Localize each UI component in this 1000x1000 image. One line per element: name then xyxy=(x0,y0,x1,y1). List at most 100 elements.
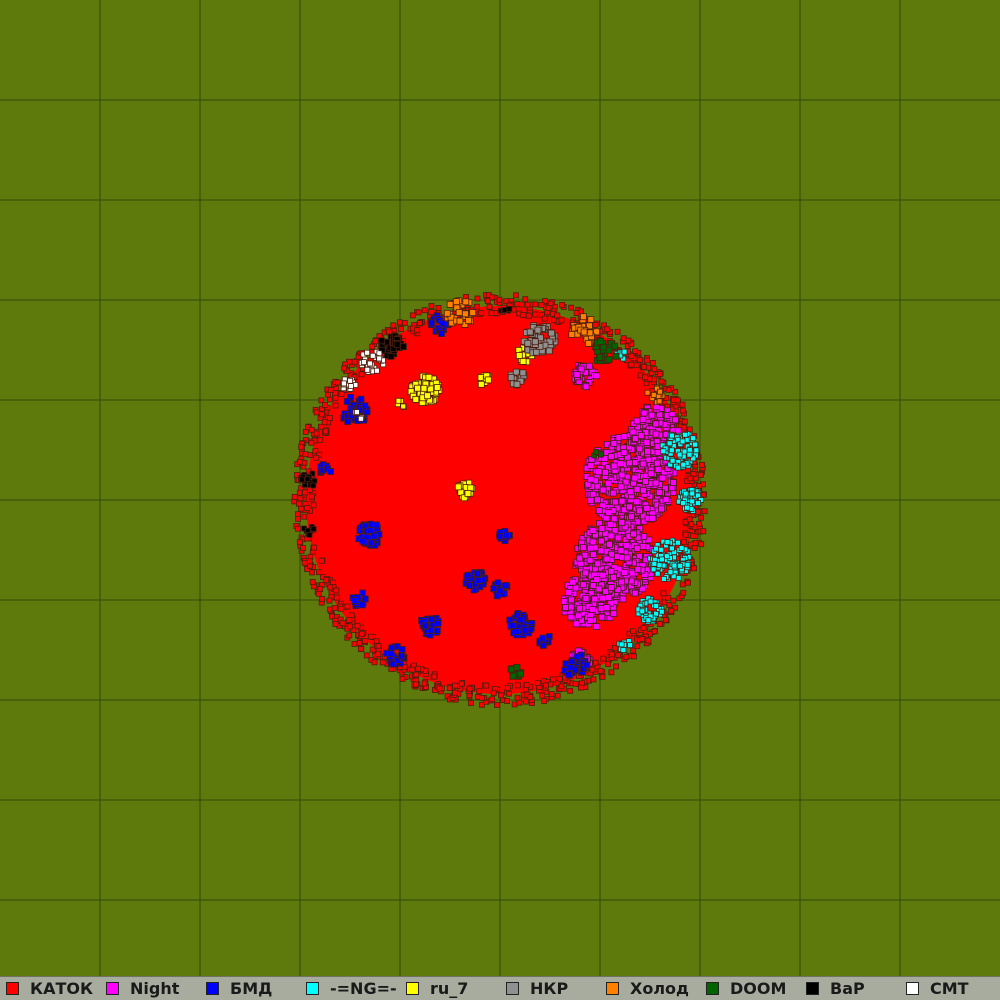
territory-cell-night xyxy=(589,551,597,558)
territory-cell xyxy=(390,322,397,329)
territory-cell-ru7 xyxy=(519,357,527,365)
territory-cell xyxy=(511,701,518,708)
territory-cell xyxy=(681,424,688,431)
territory-map[interactable] xyxy=(0,0,1000,976)
territory-cell-night xyxy=(607,453,615,460)
territory-cell-night xyxy=(658,474,666,482)
territory-cell xyxy=(435,304,442,311)
territory-cell-bmd xyxy=(565,671,572,679)
territory-cell-bmd xyxy=(370,532,378,540)
territory-cell-night xyxy=(618,578,626,586)
territory-cell-night xyxy=(579,581,587,589)
territory-cell-ng xyxy=(621,348,628,355)
territory-cell-bmd xyxy=(361,595,369,603)
territory-cell xyxy=(680,589,687,596)
territory-cell xyxy=(679,401,686,408)
territory-cell-bmd xyxy=(387,650,395,657)
territory-cell-night xyxy=(587,475,595,483)
legend-swatch xyxy=(406,982,419,995)
territory-cell xyxy=(657,621,663,627)
territory-cell xyxy=(458,680,465,687)
territory-cell xyxy=(332,402,339,409)
territory-cell xyxy=(615,652,622,658)
territory-cell xyxy=(609,651,615,658)
territory-cell xyxy=(657,370,664,377)
territory-cell xyxy=(548,691,555,697)
territory-cell-night xyxy=(618,497,626,505)
territory-cell-ng xyxy=(690,435,696,442)
territory-cell xyxy=(514,694,521,701)
territory-cell xyxy=(493,702,500,708)
territory-cell xyxy=(332,394,339,401)
territory-cell xyxy=(306,558,313,565)
territory-cell-var xyxy=(306,532,313,538)
territory-cell-nkr xyxy=(534,326,542,334)
territory-cell xyxy=(468,700,474,706)
territory-cell-bmd xyxy=(428,319,436,327)
territory-cell-ru7 xyxy=(400,403,407,410)
territory-cell xyxy=(327,387,334,393)
territory-cell-night xyxy=(605,509,613,517)
territory-cell xyxy=(326,597,333,604)
territory-cell-night xyxy=(577,365,585,373)
territory-cell-kholod xyxy=(650,391,657,398)
territory-cell-night xyxy=(630,530,637,538)
territory-cell xyxy=(318,557,325,564)
territory-cell xyxy=(313,409,320,416)
territory-cell-ng xyxy=(680,461,687,468)
territory-cell xyxy=(357,646,364,652)
territory-cell-ng xyxy=(645,617,652,624)
territory-cell xyxy=(313,454,320,461)
territory-cell-kholod xyxy=(568,330,576,338)
territory-cell xyxy=(396,319,403,326)
territory-cell-ng xyxy=(678,545,685,551)
territory-cell-night xyxy=(593,576,601,583)
territory-cell xyxy=(665,386,672,393)
territory-cell xyxy=(513,292,519,299)
territory-cell xyxy=(298,443,305,450)
territory-cell-ru7 xyxy=(412,395,420,403)
territory-cell xyxy=(649,359,656,366)
territory-cell xyxy=(351,358,358,365)
territory-cell xyxy=(296,458,303,465)
territory-cell-ru7 xyxy=(454,483,462,491)
territory-cell-ng xyxy=(659,556,665,563)
territory-cell-night xyxy=(640,409,648,417)
territory-cell-night xyxy=(607,584,615,591)
territory-cell xyxy=(315,569,322,576)
territory-cell-ru7 xyxy=(414,384,422,392)
territory-cell xyxy=(409,666,416,673)
territory-cell xyxy=(428,309,434,316)
territory-cell xyxy=(597,668,604,674)
territory-cell-night xyxy=(602,468,609,476)
territory-cell xyxy=(688,521,695,528)
territory-cell xyxy=(325,391,331,398)
territory-cell-bmd xyxy=(343,398,351,405)
territory-cell-smt xyxy=(366,360,373,367)
territory-cell xyxy=(592,321,599,328)
territory-cell-night xyxy=(595,585,603,593)
territory-cell-night xyxy=(631,589,639,597)
legend-label: ru_7 xyxy=(430,979,469,998)
territory-cell xyxy=(545,304,552,311)
legend-swatch xyxy=(206,982,219,995)
territory-cell-bmd xyxy=(327,468,335,475)
territory-cell xyxy=(558,683,565,690)
territory-cell-night xyxy=(619,595,627,603)
territory-cell-var xyxy=(393,340,401,348)
territory-cell xyxy=(296,539,303,546)
territory-cell xyxy=(476,688,483,695)
territory-cell xyxy=(681,418,688,425)
territory-cell-night xyxy=(670,479,677,486)
territory-cell-ng xyxy=(675,539,681,546)
legend-label: -=NG=- xyxy=(330,979,397,998)
territory-cell-ng xyxy=(684,504,690,511)
territory-cell-smt xyxy=(357,415,364,422)
territory-cell-night xyxy=(629,428,637,436)
territory-cell-night xyxy=(598,613,606,621)
territory-cell-night xyxy=(576,554,584,562)
territory-cell-ng xyxy=(664,539,671,545)
territory-cell-night xyxy=(594,560,602,568)
territory-cell xyxy=(356,640,363,646)
territory-cell-night xyxy=(586,617,594,624)
